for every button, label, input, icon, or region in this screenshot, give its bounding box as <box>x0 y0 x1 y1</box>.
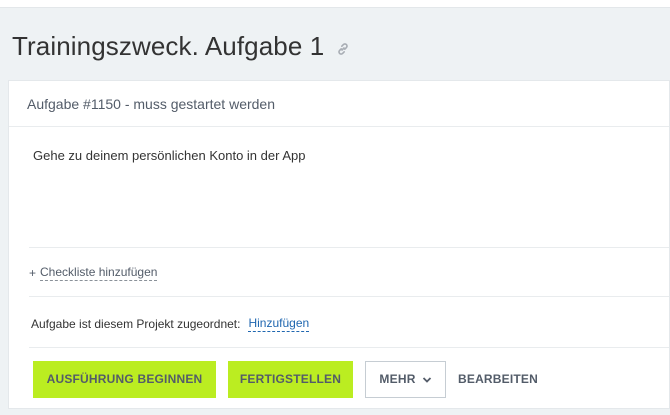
task-card: Aufgabe #1150 - muss gestartet werden Ge… <box>8 80 670 409</box>
project-assignment: Aufgabe ist diesem Projekt zugeordnet: H… <box>31 316 310 332</box>
add-project-link[interactable]: Hinzufügen <box>248 316 310 332</box>
divider <box>29 247 669 248</box>
divider <box>29 296 669 297</box>
page-title: Trainingszweck. Aufgabe 1 <box>12 30 325 61</box>
plus-icon: + <box>29 266 37 280</box>
add-checklist: + Checkliste hinzufügen <box>29 265 158 281</box>
title-row: Trainingszweck. Aufgabe 1 <box>12 30 350 62</box>
action-bar: AUSFÜHRUNG BEGINNEN FERTIGSTELLEN MEHR B… <box>33 360 538 398</box>
project-label: Aufgabe ist diesem Projekt zugeordnet: <box>31 317 241 331</box>
start-execution-button[interactable]: AUSFÜHRUNG BEGINNEN <box>33 360 216 398</box>
add-checklist-link[interactable]: Checkliste hinzufügen <box>40 265 158 281</box>
task-description: Gehe zu deinem persönlichen Konto in der… <box>33 148 306 163</box>
edit-button[interactable]: BEARBEITEN <box>458 361 538 398</box>
link-icon[interactable] <box>336 42 350 56</box>
finish-button[interactable]: FERTIGSTELLEN <box>228 360 353 398</box>
more-label: MEHR <box>379 372 416 386</box>
top-bar <box>0 0 670 8</box>
task-header: Aufgabe #1150 - muss gestartet werden <box>9 81 669 127</box>
more-button[interactable]: MEHR <box>365 360 446 398</box>
chevron-down-icon <box>422 374 432 384</box>
divider <box>29 347 669 348</box>
